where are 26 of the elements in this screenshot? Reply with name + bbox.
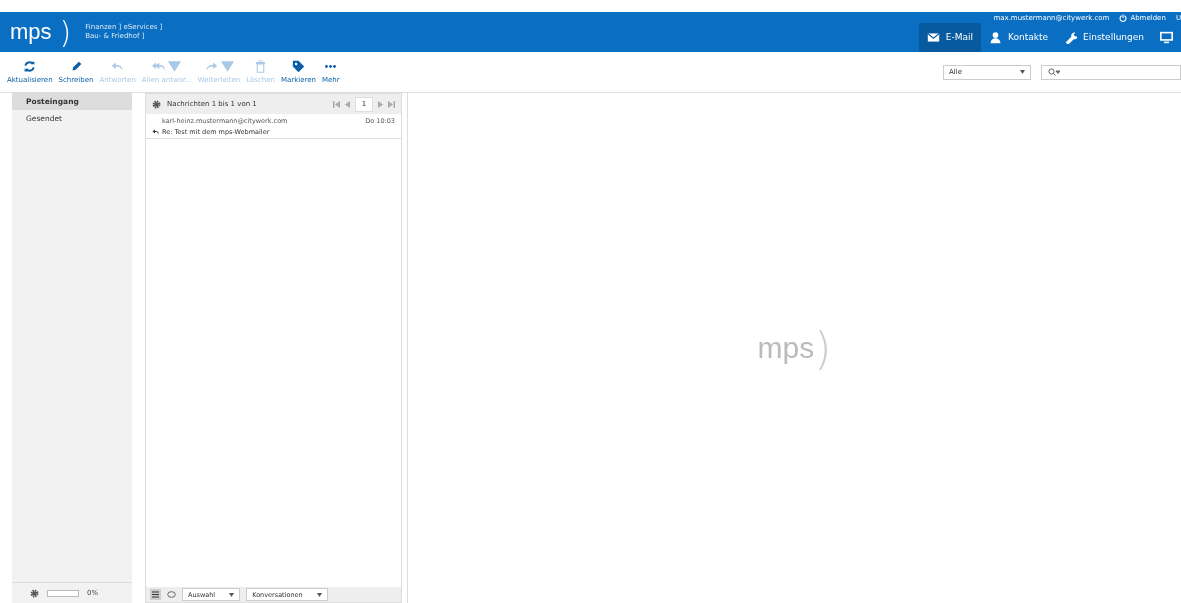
- gear-icon[interactable]: [30, 588, 39, 598]
- caret-icon: [229, 592, 235, 597]
- logo-bracket: ): [814, 322, 832, 374]
- wrench-icon: [1064, 30, 1077, 44]
- person-icon: [989, 30, 1002, 44]
- thread-view-icon[interactable]: [167, 591, 176, 598]
- reply-all-icon: [152, 60, 166, 73]
- trash-icon: [254, 60, 268, 73]
- logo-text: mps: [10, 19, 52, 45]
- gear-icon[interactable]: [152, 99, 161, 109]
- pencil-icon: [69, 60, 83, 73]
- nav-tab[interactable]: Kontakte: [981, 22, 1056, 52]
- power-icon[interactable]: [1119, 13, 1128, 22]
- nav-tab[interactable]: E-Mail: [918, 22, 981, 52]
- logo-bracket: ): [59, 14, 72, 50]
- envelope-icon: [926, 30, 940, 44]
- monitor-icon: [1160, 30, 1173, 44]
- caret-icon: [316, 592, 322, 597]
- logo-text: mps: [757, 331, 815, 365]
- search-icon[interactable]: [1048, 68, 1060, 76]
- caret-icon: [1020, 70, 1025, 74]
- list-view-button[interactable]: [150, 589, 161, 600]
- tag-icon: [292, 60, 305, 73]
- nav-tab[interactable]: Einstellungen: [1056, 22, 1152, 52]
- refresh-icon: [23, 60, 37, 73]
- search-field[interactable]: [1041, 64, 1181, 80]
